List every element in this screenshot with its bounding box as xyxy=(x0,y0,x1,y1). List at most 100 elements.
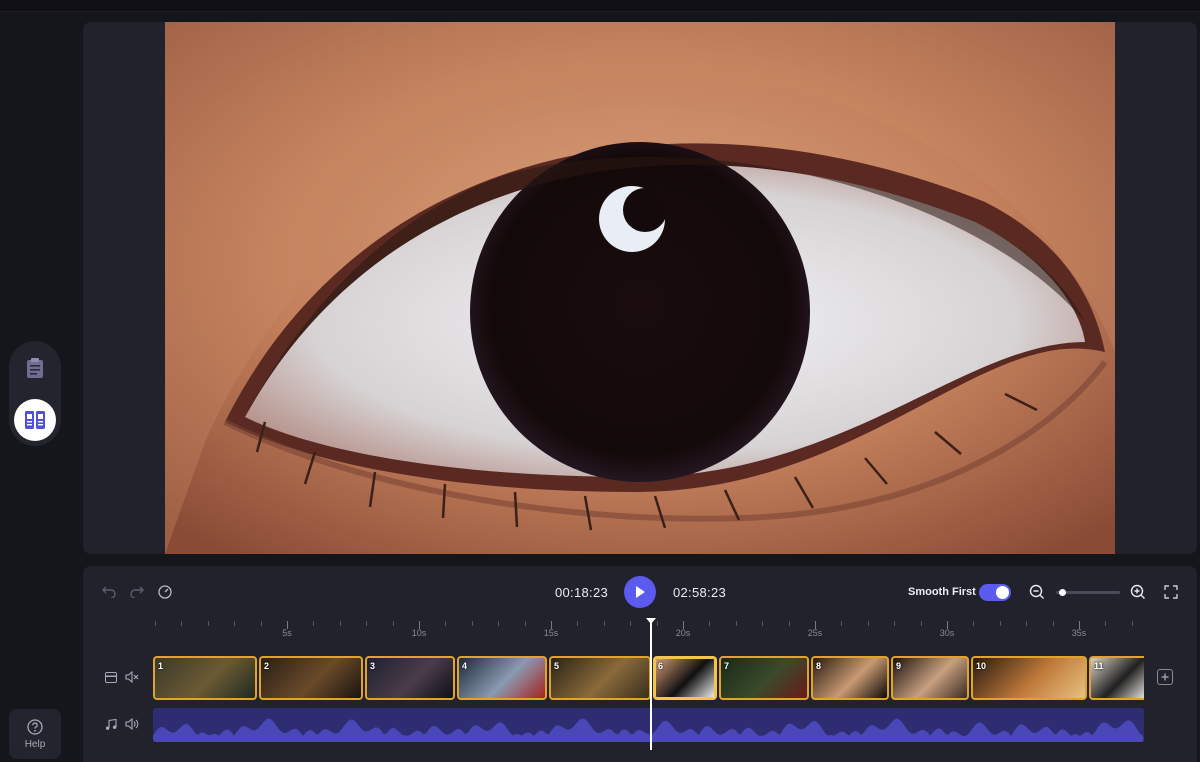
ruler-tick xyxy=(709,621,711,626)
ruler-tick xyxy=(577,621,579,626)
fullscreen-button[interactable] xyxy=(1163,584,1179,600)
zoom-slider[interactable] xyxy=(1056,589,1120,596)
playhead-handle[interactable] xyxy=(646,618,657,624)
clip-number: 11 xyxy=(1094,661,1104,671)
ruler-label: 5s xyxy=(282,628,292,638)
ruler-tick xyxy=(155,621,156,626)
question-icon xyxy=(27,718,43,735)
smooth-first-toggle[interactable] xyxy=(979,584,1011,601)
zoom-slider-thumb[interactable] xyxy=(1058,589,1066,596)
undo-icon xyxy=(102,586,116,598)
ruler-label: 10s xyxy=(411,628,427,638)
ruler-tick xyxy=(999,621,1001,626)
timeline-clip[interactable]: 1 xyxy=(153,656,257,700)
clip-number: 9 xyxy=(896,661,902,671)
storyboard-icon xyxy=(25,411,45,429)
timeline-clip[interactable]: 3 xyxy=(365,656,455,700)
ruler-tick xyxy=(1131,621,1133,626)
timeline-clip[interactable]: 4 xyxy=(457,656,547,700)
toggle-knob xyxy=(996,586,1009,599)
help-button[interactable]: Help xyxy=(9,709,61,759)
ruler-tick xyxy=(841,621,843,626)
ruler-tick xyxy=(603,621,605,626)
redo-icon xyxy=(130,586,144,598)
speedometer-icon xyxy=(158,585,172,599)
clip-number: 3 xyxy=(370,661,376,671)
ruler-tick xyxy=(762,621,764,626)
ruler-tick xyxy=(973,621,975,626)
fullscreen-icon xyxy=(1164,585,1178,599)
zoom-out-button[interactable] xyxy=(1029,584,1045,600)
clip-number: 1 xyxy=(158,661,164,671)
ruler-tick xyxy=(207,621,209,626)
audio-waveform xyxy=(153,718,1144,742)
total-time: 02:58:23 xyxy=(673,585,727,600)
play-icon xyxy=(636,586,645,598)
timeline-clip[interactable]: 10 xyxy=(971,656,1087,700)
eye-closeup-image xyxy=(165,22,1115,554)
ruler-tick xyxy=(366,621,368,626)
ruler-tick xyxy=(445,621,447,626)
ruler-tick xyxy=(920,621,922,626)
video-preview[interactable] xyxy=(83,22,1197,554)
clip-number: 5 xyxy=(554,661,560,671)
ruler-tick xyxy=(788,621,790,626)
audio-track[interactable] xyxy=(153,708,1144,742)
timeline-clip[interactable]: 8 xyxy=(811,656,889,700)
ruler-tick xyxy=(867,621,869,626)
ruler-tick xyxy=(313,621,315,626)
ruler-label: 35s xyxy=(1071,628,1087,638)
audio-track-icon xyxy=(105,719,117,731)
ruler-tick xyxy=(524,621,526,626)
play-button[interactable] xyxy=(624,576,656,608)
timeline-clip[interactable]: 9 xyxy=(891,656,969,700)
timeline-clip[interactable]: 11 xyxy=(1089,656,1144,700)
ruler-tick xyxy=(1105,621,1107,626)
ruler-tick xyxy=(1052,621,1054,626)
ruler-tick xyxy=(656,621,658,626)
sidebar-item-storyboard[interactable] xyxy=(14,399,56,441)
top-strip xyxy=(0,0,1200,12)
clip-number: 7 xyxy=(724,661,730,671)
help-label: Help xyxy=(24,738,46,750)
redo-button[interactable] xyxy=(129,584,145,600)
undo-button[interactable] xyxy=(101,584,117,600)
zoom-in-icon xyxy=(1130,584,1145,599)
speaker-muted-icon xyxy=(125,671,139,683)
ruler-tick xyxy=(392,621,394,626)
ruler-tick xyxy=(181,621,183,626)
timeline-clip[interactable]: 5 xyxy=(549,656,651,700)
clip-number: 8 xyxy=(816,661,822,671)
sidebar-item-script[interactable] xyxy=(14,347,56,389)
ruler-label: 30s xyxy=(939,628,955,638)
playhead[interactable] xyxy=(646,618,657,750)
speaker-icon xyxy=(125,718,139,730)
timeline-clip[interactable]: 6 xyxy=(653,656,717,700)
ruler-tick xyxy=(1026,621,1028,626)
clipboard-icon xyxy=(27,358,43,378)
zoom-in-button[interactable] xyxy=(1130,584,1146,600)
speed-button[interactable] xyxy=(157,584,173,600)
ruler-tick xyxy=(498,621,500,626)
current-time: 00:18:23 xyxy=(555,585,609,600)
clip-number: 4 xyxy=(462,661,468,671)
clip-number: 10 xyxy=(976,661,987,671)
timeline-clip[interactable]: 7 xyxy=(719,656,809,700)
sidebar-nav xyxy=(9,341,61,446)
ruler-label: 15s xyxy=(543,628,559,638)
clip-number: 6 xyxy=(658,661,664,671)
ruler-tick xyxy=(630,621,632,626)
video-track[interactable]: 1 2 3 4 5 6 7 8 9 10 11 xyxy=(153,656,1144,700)
audio-volume-button[interactable] xyxy=(125,718,139,730)
timeline-clip[interactable]: 2 xyxy=(259,656,363,700)
video-track-icon xyxy=(105,672,117,683)
ruler-tick xyxy=(260,621,262,626)
timeline-panel: 00:18:23 02:58:23 Smooth First 5s 10s 15s 2… xyxy=(83,566,1197,762)
add-clip-button[interactable] xyxy=(1157,669,1173,685)
ruler-tick xyxy=(894,621,896,626)
smooth-first-label: Smooth First xyxy=(908,586,976,598)
plus-icon xyxy=(1161,673,1169,681)
music-note-icon xyxy=(105,719,117,730)
ruler-tick xyxy=(339,621,341,626)
video-mute-button[interactable] xyxy=(125,671,139,683)
